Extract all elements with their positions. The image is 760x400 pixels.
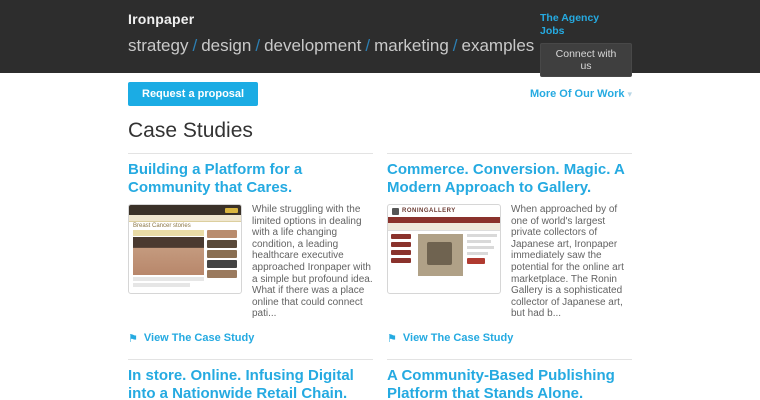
thumb-caption: RONINGALLERY: [402, 208, 456, 214]
chevron-down-icon: ▾: [627, 89, 632, 99]
case-study-title[interactable]: In store. Online. Infusing Digital into …: [128, 367, 373, 400]
case-study-title[interactable]: A Community-Based Publishing Platform th…: [387, 367, 632, 400]
nav-item-design[interactable]: design: [201, 36, 251, 55]
agency-link[interactable]: The Agency: [540, 12, 632, 25]
nav-item-strategy[interactable]: strategy: [128, 36, 188, 55]
connect-with-us-button[interactable]: Connect with us: [540, 43, 632, 77]
thumb-banner: [388, 223, 500, 231]
case-study-body: RONINGALLERY: [387, 204, 632, 320]
more-work-link[interactable]: More Of Our Work▾: [530, 88, 632, 100]
thumb-main: [388, 231, 500, 279]
view-case-study-link[interactable]: ⚑ View The Case Study: [128, 332, 254, 345]
case-thumbnail-healthcare[interactable]: Breast Cancer stories: [128, 204, 242, 294]
thumb-article-col: [133, 230, 204, 289]
nav-item-development[interactable]: development: [264, 36, 361, 55]
case-studies-grid: Building a Platform for a Community that…: [128, 153, 632, 400]
view-case-study-label: View The Case Study: [403, 332, 513, 344]
thumb-caption: Breast Cancer stories: [129, 222, 241, 230]
nav-separator: /: [453, 36, 458, 55]
brand-block: Ironpaper strategy/design/development/ma…: [128, 0, 534, 73]
flag-icon: ⚑: [387, 332, 397, 345]
thumb-sidebar: [204, 230, 237, 289]
case-study-excerpt: While struggling with the limited option…: [252, 204, 373, 320]
case-study-card: Building a Platform for a Community that…: [128, 153, 373, 359]
thumb-subnav-bar: [129, 215, 241, 222]
case-study-card: A Community-Based Publishing Platform th…: [387, 359, 632, 400]
nav-separator: /: [192, 36, 197, 55]
site-header: Ironpaper strategy/design/development/ma…: [0, 0, 760, 73]
thumb-filter-col: [391, 234, 414, 276]
thumb-artwork-image: [418, 234, 463, 276]
thumb-logo-row: RONINGALLERY: [388, 205, 500, 217]
view-case-study-label: View The Case Study: [144, 332, 254, 344]
thumb-detail-col: [467, 234, 497, 276]
nav-item-examples[interactable]: examples: [462, 36, 535, 55]
request-proposal-button[interactable]: Request a proposal: [128, 82, 258, 106]
thumb-gold-button: [225, 208, 238, 213]
flag-icon: ⚑: [128, 332, 138, 345]
logo[interactable]: Ironpaper: [128, 11, 534, 27]
thumb-photo: [133, 237, 204, 275]
view-case-study-link[interactable]: ⚑ View The Case Study: [387, 332, 513, 345]
case-study-title[interactable]: Building a Platform for a Community that…: [128, 161, 373, 197]
more-work-label: More Of Our Work: [530, 88, 625, 100]
thumb-header-bar: [129, 205, 241, 215]
nav-separator: /: [255, 36, 260, 55]
case-thumbnail-ronin-gallery[interactable]: RONINGALLERY: [387, 204, 501, 294]
case-study-title[interactable]: Commerce. Conversion. Magic. A Modern Ap…: [387, 161, 632, 197]
case-study-card: In store. Online. Infusing Digital into …: [128, 359, 373, 400]
jobs-link[interactable]: Jobs: [540, 25, 632, 38]
case-study-excerpt: When approached by of one of world's lar…: [511, 204, 632, 320]
thumb-buy-button: [467, 258, 485, 264]
nav-separator: /: [365, 36, 370, 55]
case-study-card: Commerce. Conversion. Magic. A Modern Ap…: [387, 153, 632, 359]
thumb-main: [129, 230, 241, 289]
main-nav: strategy/design/development/marketing/ex…: [128, 36, 534, 56]
nav-item-marketing[interactable]: marketing: [374, 36, 449, 55]
toolbar: Request a proposal More Of Our Work▾: [128, 73, 632, 106]
thumb-logo-mark: [392, 208, 399, 215]
page-title: Case Studies: [128, 119, 632, 143]
main-content: Request a proposal More Of Our Work▾ Cas…: [128, 73, 632, 400]
case-study-body: Breast Cancer stories: [128, 204, 373, 320]
header-right: The Agency Jobs Connect with us: [540, 0, 632, 73]
